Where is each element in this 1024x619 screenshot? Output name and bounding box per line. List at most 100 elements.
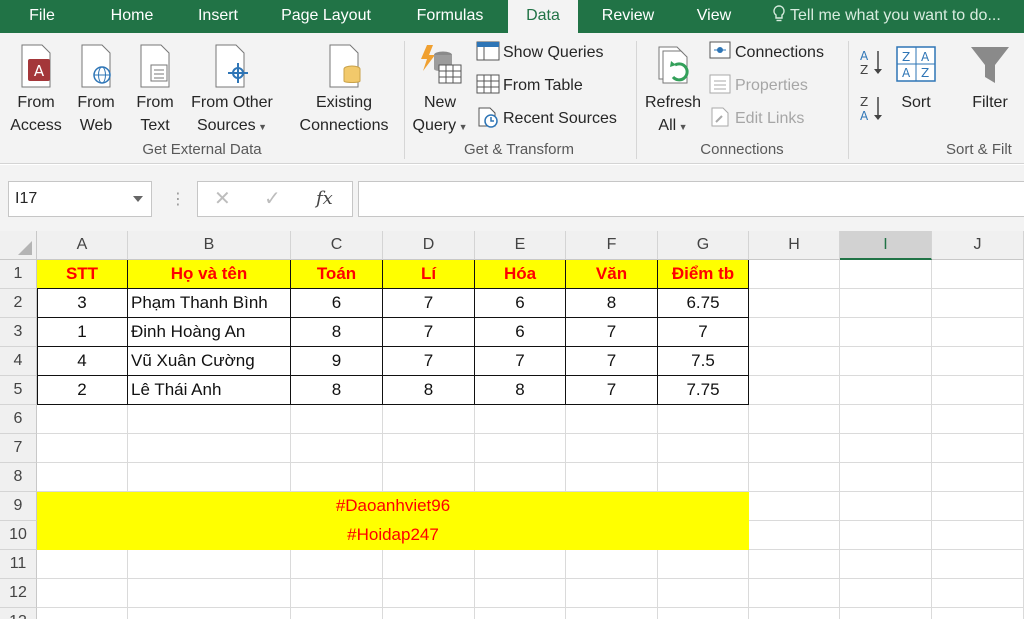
- cell-b8[interactable]: [128, 463, 291, 492]
- cell-b13[interactable]: [128, 608, 291, 619]
- cell-c7[interactable]: [291, 434, 383, 463]
- cell-a8[interactable]: [37, 463, 128, 492]
- cell-g12[interactable]: [658, 579, 749, 608]
- row-header-6[interactable]: 6: [0, 405, 37, 434]
- cell-a12[interactable]: [37, 579, 128, 608]
- row-header-13[interactable]: 13: [0, 608, 37, 619]
- tab-home[interactable]: Home: [96, 0, 168, 33]
- column-header-a[interactable]: A: [37, 231, 128, 260]
- cell-e7[interactable]: [475, 434, 566, 463]
- row-header-12[interactable]: 12: [0, 579, 37, 608]
- select-all-corner[interactable]: [0, 231, 37, 260]
- table-header-cell[interactable]: Họ và tên: [128, 260, 291, 289]
- row-header-5[interactable]: 5: [0, 376, 37, 405]
- cell-h13[interactable]: [749, 608, 840, 619]
- cell-i9[interactable]: [840, 492, 932, 521]
- table-cell[interactable]: Lê Thái Anh: [128, 376, 291, 405]
- column-header-i[interactable]: I: [840, 231, 932, 260]
- refresh-all-button[interactable]: Refresh All ▼: [642, 43, 704, 139]
- cell-e8[interactable]: [475, 463, 566, 492]
- table-cell[interactable]: 8: [291, 318, 383, 347]
- table-cell[interactable]: 8: [566, 289, 658, 318]
- cell-a13[interactable]: [37, 608, 128, 619]
- cell-h10[interactable]: [749, 521, 840, 550]
- cell-j1[interactable]: [932, 260, 1024, 289]
- column-header-g[interactable]: G: [658, 231, 749, 260]
- tell-me-search[interactable]: Tell me what you want to do...: [772, 0, 1001, 33]
- connections-button[interactable]: Connections: [708, 39, 824, 67]
- cell-j2[interactable]: [932, 289, 1024, 318]
- table-cell[interactable]: 3: [37, 289, 128, 318]
- cell-i13[interactable]: [840, 608, 932, 619]
- banner-hashtag-1[interactable]: #Daoanhviet96: [37, 492, 749, 521]
- table-cell[interactable]: Vũ Xuân Cường: [128, 347, 291, 376]
- row-header-2[interactable]: 2: [0, 289, 37, 318]
- drag-handle-icon[interactable]: ⋮: [170, 189, 186, 209]
- cell-i6[interactable]: [840, 405, 932, 434]
- cell-d12[interactable]: [383, 579, 475, 608]
- cell-h9[interactable]: [749, 492, 840, 521]
- table-cell[interactable]: 6: [475, 289, 566, 318]
- cell-b6[interactable]: [128, 405, 291, 434]
- column-header-e[interactable]: E: [475, 231, 566, 260]
- row-header-3[interactable]: 3: [0, 318, 37, 347]
- tab-view[interactable]: View: [684, 0, 744, 33]
- row-header-8[interactable]: 8: [0, 463, 37, 492]
- edit-links-button[interactable]: Edit Links: [708, 105, 804, 133]
- table-cell[interactable]: 2: [37, 376, 128, 405]
- cell-i10[interactable]: [840, 521, 932, 550]
- cell-i12[interactable]: [840, 579, 932, 608]
- table-cell[interactable]: Đinh Hoàng An: [128, 318, 291, 347]
- cell-f12[interactable]: [566, 579, 658, 608]
- row-header-7[interactable]: 7: [0, 434, 37, 463]
- tab-formulas[interactable]: Formulas: [402, 0, 498, 33]
- cell-e12[interactable]: [475, 579, 566, 608]
- table-cell[interactable]: 7: [658, 318, 749, 347]
- chevron-down-icon[interactable]: [133, 196, 143, 202]
- table-header-cell[interactable]: Điểm tb: [658, 260, 749, 289]
- cell-j7[interactable]: [932, 434, 1024, 463]
- table-cell[interactable]: Phạm Thanh Bình: [128, 289, 291, 318]
- sort-button[interactable]: ZAAZ Sort: [890, 43, 942, 114]
- cell-i4[interactable]: [840, 347, 932, 376]
- cell-j5[interactable]: [932, 376, 1024, 405]
- cell-g11[interactable]: [658, 550, 749, 579]
- cell-d7[interactable]: [383, 434, 475, 463]
- table-cell[interactable]: 7: [383, 289, 475, 318]
- cell-h7[interactable]: [749, 434, 840, 463]
- row-header-10[interactable]: 10: [0, 521, 37, 550]
- sort-descending-button[interactable]: ZA: [858, 93, 886, 128]
- tab-data[interactable]: Data: [508, 0, 578, 34]
- table-cell[interactable]: 7: [566, 376, 658, 405]
- cell-d13[interactable]: [383, 608, 475, 619]
- filter-button[interactable]: Filter: [962, 43, 1018, 114]
- table-cell[interactable]: 8: [475, 376, 566, 405]
- cell-b12[interactable]: [128, 579, 291, 608]
- show-queries-button[interactable]: Show Queries: [476, 39, 604, 67]
- banner-hashtag-2[interactable]: #Hoidap247: [37, 521, 749, 550]
- cell-j13[interactable]: [932, 608, 1024, 619]
- cell-h3[interactable]: [749, 318, 840, 347]
- table-cell[interactable]: 7: [383, 347, 475, 376]
- cell-d8[interactable]: [383, 463, 475, 492]
- cell-j4[interactable]: [932, 347, 1024, 376]
- cell-j3[interactable]: [932, 318, 1024, 347]
- column-header-c[interactable]: C: [291, 231, 383, 260]
- cell-d11[interactable]: [383, 550, 475, 579]
- cancel-icon[interactable]: ✕: [214, 182, 231, 216]
- cell-g6[interactable]: [658, 405, 749, 434]
- table-cell[interactable]: 9: [291, 347, 383, 376]
- row-header-11[interactable]: 11: [0, 550, 37, 579]
- cell-i11[interactable]: [840, 550, 932, 579]
- cell-i3[interactable]: [840, 318, 932, 347]
- table-header-cell[interactable]: Toán: [291, 260, 383, 289]
- cell-c13[interactable]: [291, 608, 383, 619]
- cell-i7[interactable]: [840, 434, 932, 463]
- column-header-f[interactable]: F: [566, 231, 658, 260]
- cell-i1[interactable]: [840, 260, 932, 289]
- row-header-9[interactable]: 9: [0, 492, 37, 521]
- cell-h8[interactable]: [749, 463, 840, 492]
- cell-c8[interactable]: [291, 463, 383, 492]
- cell-j11[interactable]: [932, 550, 1024, 579]
- table-cell[interactable]: 4: [37, 347, 128, 376]
